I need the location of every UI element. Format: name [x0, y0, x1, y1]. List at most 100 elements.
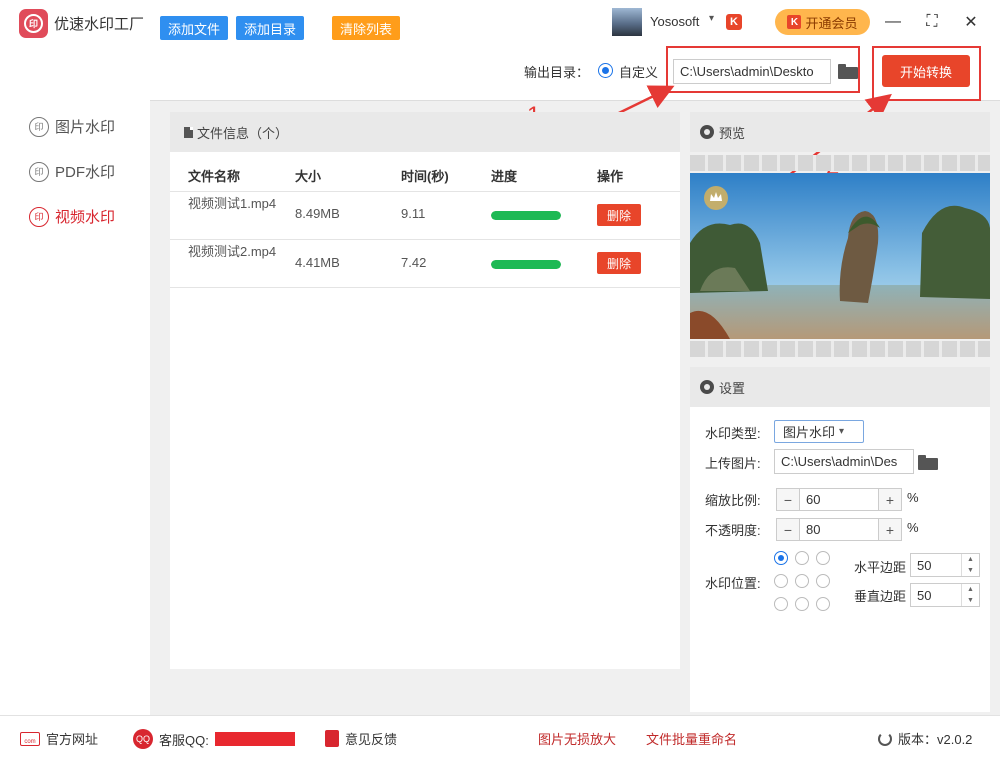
image-watermark-icon: 印: [29, 116, 49, 137]
qq-label: 客服QQ:: [159, 732, 209, 748]
position-radio[interactable]: [816, 574, 830, 588]
scale-percent-label: %: [907, 490, 919, 505]
position-radio[interactable]: [795, 551, 809, 565]
opacity-value[interactable]: 80: [799, 519, 879, 540]
highlight-box-start: [872, 46, 981, 101]
progress-fill: [491, 211, 561, 220]
upload-image-label: 上传图片:: [705, 456, 761, 471]
sidebar-item-video-watermark[interactable]: 印 视频水印: [29, 206, 115, 227]
file-name-cell: 视频测试1.mp4: [188, 196, 277, 211]
maximize-button[interactable]: ⛶: [920, 10, 944, 34]
progress-fill: [491, 260, 561, 269]
v-margin-spinner[interactable]: 50 ▲ ▼: [910, 583, 980, 607]
add-directory-button[interactable]: 添加目录: [236, 16, 305, 40]
chevron-down-icon[interactable]: ▼: [962, 595, 979, 606]
vip-button[interactable]: K 开通会员: [775, 9, 870, 35]
customer-service-qq[interactable]: QQ 客服QQ:: [133, 729, 295, 749]
chevron-down-icon[interactable]: ▼: [962, 565, 979, 576]
sidebar-item-label: 图片水印: [55, 119, 116, 136]
col-header-time: 时间(秒): [401, 169, 449, 184]
sidebar-item-label: PDF水印: [55, 164, 116, 181]
preview-title: 预览: [719, 125, 746, 141]
avatar[interactable]: [612, 8, 642, 36]
file-name-cell: 视频测试2.mp4: [188, 244, 277, 259]
app-logo-icon: 印: [19, 9, 48, 38]
spinner-arrows[interactable]: ▲ ▼: [961, 554, 979, 576]
custom-radio[interactable]: [598, 63, 613, 78]
col-header-size: 大小: [295, 169, 322, 184]
upload-path-input[interactable]: [774, 449, 914, 474]
film-strip-top: [690, 155, 990, 171]
chevron-down-icon[interactable]: ▾: [709, 13, 714, 24]
opacity-minus-button[interactable]: −: [777, 519, 799, 540]
position-radio[interactable]: [795, 597, 809, 611]
minimize-button[interactable]: —: [881, 10, 905, 34]
feedback-label: 意见反馈: [345, 732, 398, 747]
col-header-name: 文件名称: [188, 169, 241, 184]
watermark-type-select[interactable]: 图片水印 ▾: [774, 420, 864, 443]
lossless-upscale-link[interactable]: 图片无损放大: [538, 729, 616, 748]
chevron-up-icon[interactable]: ▲: [962, 554, 979, 565]
progress-bar: [491, 260, 561, 269]
chevron-up-icon[interactable]: ▲: [962, 584, 979, 595]
delete-button[interactable]: 删除: [597, 204, 641, 226]
settings-title: 设置: [719, 380, 746, 396]
close-button[interactable]: ✕: [959, 10, 983, 34]
feedback-link[interactable]: 意见反馈: [325, 729, 397, 748]
delete-button[interactable]: 删除: [597, 252, 641, 274]
settings-header: 设置: [690, 367, 990, 407]
position-label: 水印位置:: [705, 576, 761, 591]
position-radio[interactable]: [774, 597, 788, 611]
h-margin-value[interactable]: 50: [911, 554, 961, 576]
gear-icon: [700, 380, 714, 394]
highlight-box-output: [666, 46, 860, 93]
file-size-cell: 4.41MB: [295, 255, 340, 270]
v-margin-value[interactable]: 50: [911, 584, 961, 606]
opacity-plus-button[interactable]: +: [879, 519, 901, 540]
document-icon: [184, 126, 193, 138]
video-watermark-icon: 印: [29, 206, 49, 227]
file-panel-header: 文件信息（个）: [170, 112, 680, 152]
official-website-link[interactable]: com 官方网址: [20, 729, 98, 748]
scale-minus-button[interactable]: −: [777, 489, 799, 510]
clear-list-button[interactable]: 清除列表: [332, 16, 401, 40]
refresh-icon[interactable]: [878, 731, 892, 746]
sidebar-item-pdf-watermark[interactable]: 印 PDF水印: [29, 161, 115, 182]
spinner-arrows[interactable]: ▲ ▼: [961, 584, 979, 606]
scale-plus-button[interactable]: +: [879, 489, 901, 510]
add-file-button[interactable]: 添加文件: [160, 16, 229, 40]
row-divider: [170, 287, 680, 288]
h-margin-spinner[interactable]: 50 ▲ ▼: [910, 553, 980, 577]
watermark-type-label: 水印类型:: [705, 426, 761, 441]
progress-bar: [491, 211, 561, 220]
scale-stepper[interactable]: − 60 +: [776, 488, 902, 511]
opacity-label: 不透明度:: [705, 523, 761, 538]
feedback-icon: [325, 730, 339, 747]
app-title: 优速水印工厂: [54, 16, 145, 33]
position-radio[interactable]: [816, 551, 830, 565]
website-icon: com: [20, 731, 40, 746]
version-label: 版本：v2.0.2: [898, 732, 973, 747]
position-radio[interactable]: [795, 574, 809, 588]
file-time-cell: 9.11: [401, 206, 426, 221]
file-time-cell: 7.42: [401, 255, 427, 270]
version-info: 版本：v2.0.2: [878, 729, 972, 748]
position-radio[interactable]: [816, 597, 830, 611]
h-margin-label: 水平边距: [854, 560, 907, 575]
user-name[interactable]: Yososoft: [650, 14, 699, 29]
gear-icon: [700, 125, 714, 139]
k-badge-icon: K: [726, 14, 742, 30]
row-divider: [170, 191, 680, 192]
position-radio[interactable]: [774, 574, 788, 588]
vip-label: 开通会员: [805, 15, 858, 31]
folder-icon[interactable]: [918, 455, 938, 470]
batch-rename-link[interactable]: 文件批量重命名: [646, 729, 737, 748]
opacity-stepper[interactable]: − 80 +: [776, 518, 902, 541]
v-margin-label: 垂直边距: [854, 589, 907, 604]
sidebar: 印 图片水印 印 PDF水印 印 视频水印: [0, 44, 150, 715]
title-bar: 印 优速水印工厂 Yososoft ▾ K K 开通会员 — ⛶ ✕: [0, 0, 1000, 44]
preview-landscape: [690, 173, 990, 339]
scale-value[interactable]: 60: [799, 489, 879, 510]
position-radio[interactable]: [774, 551, 788, 565]
sidebar-item-image-watermark[interactable]: 印 图片水印: [29, 116, 115, 137]
